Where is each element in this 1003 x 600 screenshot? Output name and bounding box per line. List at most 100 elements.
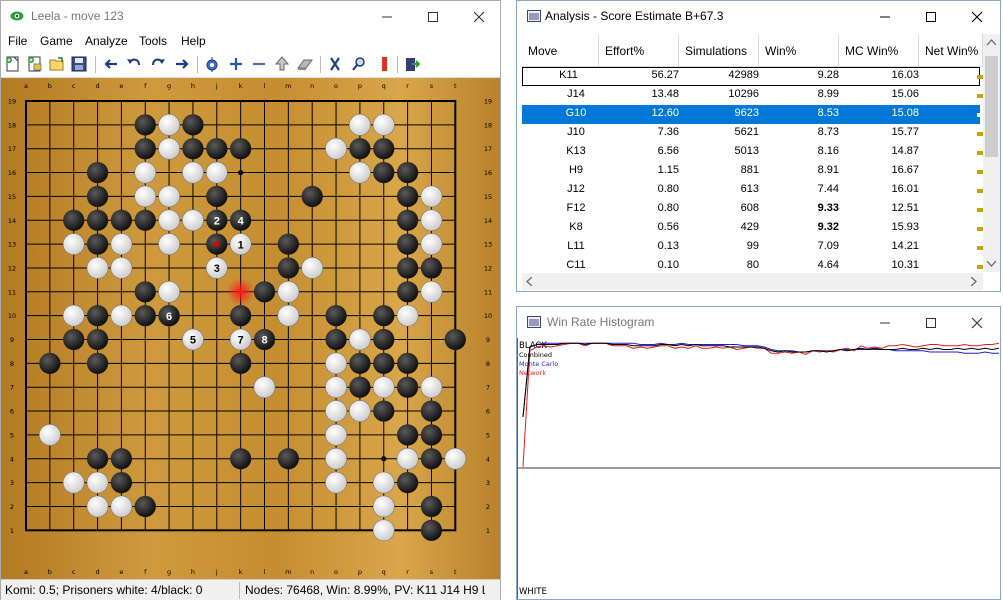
close-button[interactable] bbox=[456, 1, 502, 31]
go-board[interactable]: a a b b c c d d e e f f g g h h j j k k l l m m n n o o p p q q r r s s t t 19… bbox=[1, 78, 500, 579]
black-stone bbox=[134, 495, 156, 518]
menu-game[interactable]: Game bbox=[40, 34, 73, 48]
zoom-out-icon[interactable] bbox=[250, 55, 268, 73]
histogram-titlebar[interactable]: Win Rate Histogram bbox=[517, 307, 1000, 338]
analysis-row[interactable]: L11 0.13 99 7.09 14.21 bbox=[522, 238, 983, 257]
maximize-button[interactable] bbox=[410, 1, 456, 31]
analysis-row[interactable]: J12 0.80 613 7.44 16.01 bbox=[522, 181, 983, 200]
black-stone bbox=[397, 161, 419, 184]
score-icon[interactable] bbox=[326, 55, 344, 73]
scrollbar-thumb[interactable] bbox=[985, 56, 998, 157]
column-coordinate: l bbox=[264, 568, 266, 576]
analysis-row[interactable]: K11 56.27 42989 9.28 16.03 bbox=[522, 67, 983, 86]
white-stone bbox=[348, 161, 371, 184]
histogram-maximize-button[interactable] bbox=[908, 307, 954, 337]
analyze-icon[interactable] bbox=[350, 55, 368, 73]
black-stone bbox=[420, 495, 443, 518]
column-coordinate: j bbox=[215, 568, 218, 576]
black-stone bbox=[277, 257, 299, 279]
back-icon[interactable] bbox=[102, 55, 120, 73]
menu-help[interactable]: Help bbox=[181, 34, 206, 48]
go-board-canvas[interactable]: aabbccddeeffgghhjjkkllmmnnooppqqrrsstt19… bbox=[1, 78, 500, 579]
cell-effort: 0.80 bbox=[657, 202, 679, 214]
histogram-window-title: Win Rate Histogram bbox=[547, 315, 655, 329]
black-stone bbox=[349, 352, 371, 374]
black-stone bbox=[206, 185, 228, 207]
row-coordinate: 6 bbox=[486, 408, 490, 416]
black-stone bbox=[373, 400, 395, 422]
analysis-row[interactable]: K13 6.56 5013 8.16 14.87 bbox=[522, 143, 983, 162]
black-stone bbox=[349, 376, 371, 398]
cell-simulations: 429 bbox=[740, 221, 759, 233]
new-custom-game-icon[interactable] bbox=[26, 55, 44, 73]
zoom-in-icon[interactable] bbox=[227, 55, 245, 73]
analysis-row[interactable]: J14 13.48 10296 8.99 15.06 bbox=[522, 86, 983, 105]
row-coordinate: 13 bbox=[484, 241, 492, 249]
white-stone bbox=[110, 495, 133, 518]
cell-win: 8.99 bbox=[817, 88, 839, 100]
column-coordinate: q bbox=[382, 568, 386, 576]
column-coordinate: s bbox=[430, 82, 434, 90]
column-coordinate: k bbox=[239, 568, 243, 576]
black-stone bbox=[373, 328, 395, 351]
analysis-row[interactable]: C11 0.10 80 4.64 10.31 bbox=[522, 257, 983, 272]
cell-win: 4.64 bbox=[817, 259, 839, 271]
scroll-right-icon[interactable] bbox=[971, 277, 977, 286]
new-game-icon[interactable] bbox=[4, 55, 22, 73]
exit-icon[interactable] bbox=[403, 55, 421, 73]
cell-win: 7.44 bbox=[817, 183, 839, 195]
menu-tools[interactable]: Tools bbox=[139, 34, 167, 48]
variation-move-number: 6 bbox=[166, 311, 172, 323]
save-icon[interactable] bbox=[70, 55, 88, 73]
open-icon[interactable] bbox=[48, 55, 66, 73]
row-coordinate: 11 bbox=[484, 288, 492, 296]
close-icon bbox=[473, 11, 485, 23]
white-stone bbox=[372, 519, 395, 542]
redo-icon[interactable] bbox=[149, 55, 167, 73]
star-point bbox=[238, 169, 244, 176]
analysis-row[interactable]: K8 0.56 429 9.32 15.93 bbox=[522, 219, 983, 238]
histogram-legend-entry: Combined bbox=[519, 351, 552, 359]
scroll-left-icon[interactable] bbox=[526, 277, 532, 286]
row-coordinate: 19 bbox=[484, 98, 492, 106]
black-stone bbox=[230, 138, 252, 160]
toolbar-separator bbox=[197, 56, 198, 73]
scroll-up-icon[interactable] bbox=[987, 39, 996, 45]
variation-move-number: 8 bbox=[261, 335, 267, 347]
analysis-row[interactable]: F12 0.80 608 9.33 12.51 bbox=[522, 200, 983, 219]
histogram-minimize-button[interactable] bbox=[862, 307, 908, 337]
white-stone bbox=[277, 280, 300, 303]
main-titlebar[interactable]: Leela - move 123 bbox=[1, 1, 500, 32]
undo-icon[interactable] bbox=[125, 55, 143, 73]
black-stone bbox=[397, 376, 419, 398]
menu-analyze[interactable]: Analyze bbox=[85, 34, 128, 48]
minimize-button[interactable] bbox=[364, 1, 410, 31]
resign-flag-icon[interactable] bbox=[375, 55, 393, 73]
row-coordinate: 10 bbox=[8, 312, 16, 320]
engine-settings-icon[interactable] bbox=[203, 55, 221, 73]
variation-move-number: 3 bbox=[214, 263, 220, 275]
analysis-row[interactable]: J10 7.36 5621 8.73 15.77 bbox=[522, 124, 983, 143]
column-coordinate: n bbox=[310, 568, 314, 576]
white-stone bbox=[420, 185, 443, 208]
column-coordinate: p bbox=[358, 568, 362, 576]
black-stone bbox=[277, 233, 299, 255]
column-coordinate: m bbox=[285, 568, 291, 576]
white-stone bbox=[325, 447, 347, 470]
histogram-close-button[interactable] bbox=[954, 307, 1000, 337]
black-stone bbox=[325, 328, 347, 351]
analysis-vertical-scrollbar[interactable] bbox=[983, 34, 1000, 272]
pass-icon[interactable] bbox=[273, 55, 291, 73]
analysis-row[interactable]: G10 12.60 9623 8.53 15.08 bbox=[522, 105, 983, 124]
analysis-row[interactable]: H9 1.15 881 8.91 16.67 bbox=[522, 162, 983, 181]
eraser-icon[interactable] bbox=[296, 55, 314, 73]
analysis-horizontal-scrollbar[interactable] bbox=[522, 273, 983, 290]
white-stone bbox=[348, 328, 371, 351]
black-stone bbox=[63, 328, 85, 351]
white-stone bbox=[348, 113, 371, 136]
menu-file[interactable]: File bbox=[8, 34, 27, 48]
white-stone bbox=[372, 471, 395, 494]
scroll-down-icon[interactable] bbox=[987, 261, 996, 267]
row-coordinate: 11 bbox=[8, 288, 16, 296]
forward-icon[interactable] bbox=[173, 55, 191, 73]
